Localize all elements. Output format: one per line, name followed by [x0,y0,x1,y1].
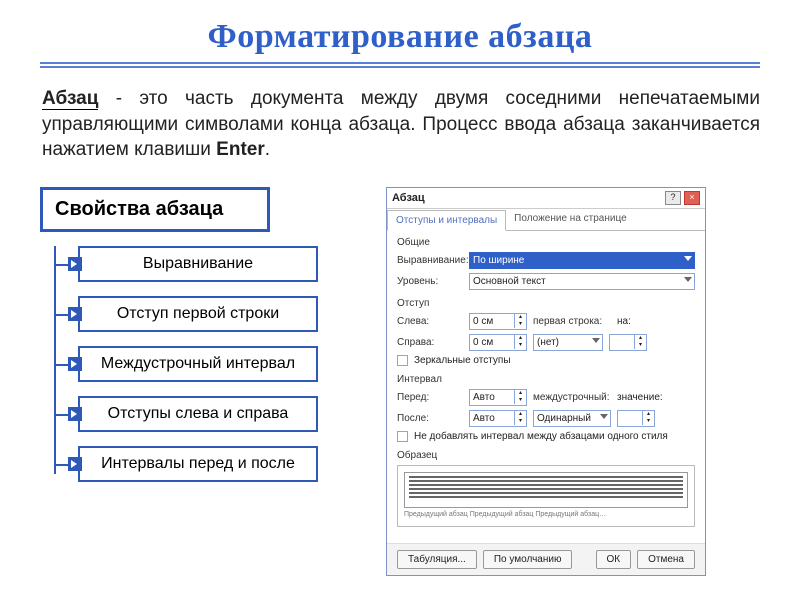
firstline-on-label: на: [617,316,637,327]
mirror-label: Зеркальные отступы [414,355,511,366]
bullet-icon [68,357,82,371]
tree-item: Интервалы перед и после [40,446,360,482]
tab-indents[interactable]: Отступы и интервалы [387,210,506,231]
definition-body: - это часть документа между двумя соседн… [42,88,760,160]
after-value: Авто [470,413,514,424]
before-spinner[interactable]: Авто▴▾ [469,389,527,406]
prop-left-right-indent: Отступы слева и справа [78,396,318,432]
right-label: Справа: [397,337,463,348]
before-value: Авто [470,392,514,403]
dialog-titlebar: Абзац ? × [387,188,705,209]
tree-item: Отступы слева и справа [40,396,360,432]
group-preview: Образец Предыдущий абзац Предыдущий абза… [397,450,695,527]
default-button[interactable]: По умолчанию [483,550,573,569]
properties-heading: Свойства абзаца [40,187,270,232]
tabs-button[interactable]: Табуляция... [397,550,477,569]
chevron-down-icon [684,277,692,282]
prop-first-line-indent: Отступ первой строки [78,296,318,332]
group-spacing-title: Интервал [397,374,695,385]
align-label: Выравнивание: [397,255,463,266]
slide-title: Форматирование абзаца [40,18,760,64]
line-value: Одинарный [537,413,591,424]
firstline-label: первая строка: [533,316,611,327]
line-label: междустрочный: [533,392,611,403]
group-general: Общие Выравнивание: По ширине Уровень: О… [397,237,695,290]
preview-caption: Предыдущий абзац Предыдущий абзац Предыд… [404,511,688,519]
bullet-icon [68,257,82,271]
left-label: Слева: [397,316,463,327]
tree-item: Выравнивание [40,246,360,282]
line-val-label: значение: [617,392,655,403]
group-indent: Отступ Слева: 0 см▴▾ первая строка: на: … [397,298,695,366]
align-value: По ширине [473,255,524,266]
before-label: Перед: [397,392,463,403]
mirror-checkbox[interactable] [397,355,408,366]
chevron-down-icon [684,256,692,261]
firstline-on-spinner[interactable]: ▴▾ [609,334,647,351]
dialog-tabs: Отступы и интервалы Положение на страниц… [387,209,705,231]
preview-lines [404,472,688,508]
tree-item: Междустрочный интервал [40,346,360,382]
definition-tail: . [265,139,270,160]
preview-box: Предыдущий абзац Предыдущий абзац Предыд… [397,465,695,527]
prop-before-after-spacing: Интервалы перед и после [78,446,318,482]
level-combo[interactable]: Основной текст [469,273,695,290]
chevron-down-icon [600,414,608,419]
bullet-icon [68,457,82,471]
left-spinner[interactable]: 0 см▴▾ [469,313,527,330]
close-icon[interactable]: × [684,191,700,205]
left-value: 0 см [470,316,514,327]
prop-alignment: Выравнивание [78,246,318,282]
group-indent-title: Отступ [397,298,695,309]
bullet-icon [68,407,82,421]
cancel-button[interactable]: Отмена [637,550,695,569]
firstline-value: (нет) [537,337,559,348]
level-value: Основной текст [473,276,546,287]
prop-line-spacing: Междустрочный интервал [78,346,318,382]
tree-item: Отступ первой строки [40,296,360,332]
line-val-spinner[interactable]: ▴▾ [617,410,655,427]
help-icon[interactable]: ? [665,191,681,205]
paragraph-dialog: Абзац ? × Отступы и интервалы Положение … [386,187,706,576]
preview-title: Образец [397,450,695,461]
dialog-title: Абзац [392,192,425,204]
after-label: После: [397,413,463,424]
tab-position[interactable]: Положение на странице [506,209,634,230]
chevron-down-icon [592,338,600,343]
right-value: 0 см [470,337,514,348]
nostyle-checkbox[interactable] [397,431,408,442]
right-spinner[interactable]: 0 см▴▾ [469,334,527,351]
line-combo[interactable]: Одинарный [533,410,611,427]
definition-term: Абзац [42,88,98,110]
firstline-combo[interactable]: (нет) [533,334,603,351]
group-general-title: Общие [397,237,695,248]
definition-enter: Enter [216,139,265,160]
bullet-icon [68,307,82,321]
properties-tree: Выравнивание Отступ первой строки Междус… [40,246,360,482]
definition-paragraph: Абзац - это часть документа между двумя … [42,86,760,163]
align-combo[interactable]: По ширине [469,252,695,269]
ok-button[interactable]: ОК [596,550,632,569]
nostyle-label: Не добавлять интервал между абзацами одн… [414,431,668,442]
group-spacing: Интервал Перед: Авто▴▾ междустрочный: зн… [397,374,695,442]
level-label: Уровень: [397,276,463,287]
after-spinner[interactable]: Авто▴▾ [469,410,527,427]
